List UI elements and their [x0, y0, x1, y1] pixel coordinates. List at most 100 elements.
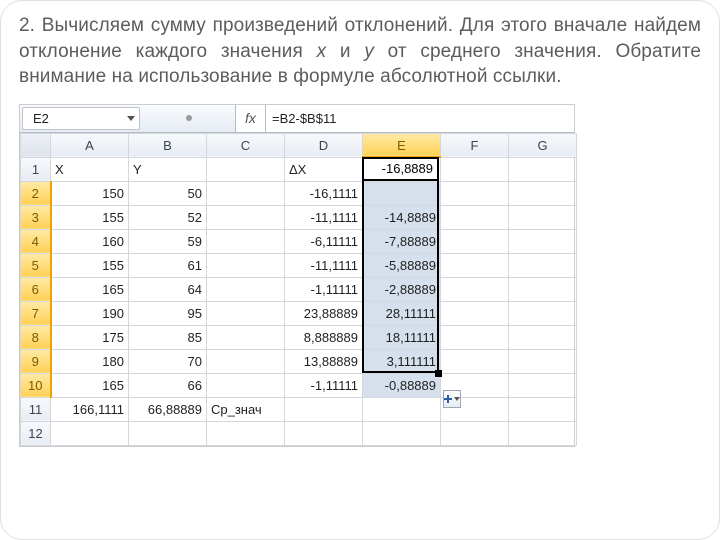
cell-C12[interactable] — [207, 421, 285, 445]
name-box-dropdown-icon[interactable] — [127, 116, 135, 121]
col-hdr-F[interactable]: F — [441, 133, 509, 157]
row-hdr-3[interactable]: 3 — [21, 205, 51, 229]
row-hdr-8[interactable]: 8 — [21, 325, 51, 349]
cell-E6[interactable]: -2,88889 — [363, 277, 441, 301]
formula-input[interactable]: =B2-$B$11 — [266, 105, 574, 132]
cell-C10[interactable] — [207, 373, 285, 397]
cell-F1[interactable] — [441, 157, 509, 181]
cell-B7[interactable]: 95 — [129, 301, 207, 325]
cell-G7[interactable] — [509, 301, 577, 325]
cell-A11[interactable]: 166,1111 — [51, 397, 129, 421]
row-hdr-4[interactable]: 4 — [21, 229, 51, 253]
cell-G8[interactable] — [509, 325, 577, 349]
cell-E8[interactable]: 18,11111 — [363, 325, 441, 349]
cell-C6[interactable] — [207, 277, 285, 301]
cell-D12[interactable] — [285, 421, 363, 445]
cell-G9[interactable] — [509, 349, 577, 373]
row-hdr-1[interactable]: 1 — [21, 157, 51, 181]
cell-C4[interactable] — [207, 229, 285, 253]
cell-B5[interactable]: 61 — [129, 253, 207, 277]
col-hdr-C[interactable]: C — [207, 133, 285, 157]
cell-F4[interactable] — [441, 229, 509, 253]
cell-G10[interactable] — [509, 373, 577, 397]
cell-F3[interactable] — [441, 205, 509, 229]
cell-D3[interactable]: -11,1111 — [285, 205, 363, 229]
select-all-corner[interactable] — [21, 133, 51, 157]
cell-D11[interactable] — [285, 397, 363, 421]
cell-D9[interactable]: 13,88889 — [285, 349, 363, 373]
cell-F7[interactable] — [441, 301, 509, 325]
cell-D10[interactable]: -1,11111 — [285, 373, 363, 397]
cell-F6[interactable] — [441, 277, 509, 301]
cell-B12[interactable] — [129, 421, 207, 445]
cell-E11[interactable] — [363, 397, 441, 421]
cell-B3[interactable]: 52 — [129, 205, 207, 229]
row-hdr-5[interactable]: 5 — [21, 253, 51, 277]
cell-E2[interactable] — [363, 181, 441, 205]
spreadsheet-grid[interactable]: A B C D E F G 1 X Y ΔX ΔY — [20, 133, 577, 446]
cell-C2[interactable] — [207, 181, 285, 205]
cell-C1[interactable] — [207, 157, 285, 181]
cell-B8[interactable]: 85 — [129, 325, 207, 349]
cell-A5[interactable]: 155 — [51, 253, 129, 277]
cell-G1[interactable] — [509, 157, 577, 181]
cell-F9[interactable] — [441, 349, 509, 373]
cell-A7[interactable]: 190 — [51, 301, 129, 325]
cell-B10[interactable]: 66 — [129, 373, 207, 397]
cell-A9[interactable]: 180 — [51, 349, 129, 373]
cell-F5[interactable] — [441, 253, 509, 277]
cell-A6[interactable]: 165 — [51, 277, 129, 301]
cell-B6[interactable]: 64 — [129, 277, 207, 301]
row-hdr-12[interactable]: 12 — [21, 421, 51, 445]
cell-A3[interactable]: 155 — [51, 205, 129, 229]
cell-E5[interactable]: -5,88889 — [363, 253, 441, 277]
cell-D8[interactable]: 8,888889 — [285, 325, 363, 349]
cell-F8[interactable] — [441, 325, 509, 349]
cell-F12[interactable] — [441, 421, 509, 445]
row-hdr-7[interactable]: 7 — [21, 301, 51, 325]
col-hdr-B[interactable]: B — [129, 133, 207, 157]
cell-E9[interactable]: 3,111111 — [363, 349, 441, 373]
cell-A4[interactable]: 160 — [51, 229, 129, 253]
name-box[interactable]: E2 — [22, 107, 140, 130]
cell-E1[interactable]: ΔY — [363, 157, 441, 181]
cell-E7[interactable]: 28,11111 — [363, 301, 441, 325]
autofill-options-button[interactable] — [443, 390, 461, 408]
cell-C11[interactable]: Ср_знач — [207, 397, 285, 421]
cell-B4[interactable]: 59 — [129, 229, 207, 253]
cell-E10[interactable]: -0,88889 — [363, 373, 441, 397]
col-hdr-D[interactable]: D — [285, 133, 363, 157]
cell-C3[interactable] — [207, 205, 285, 229]
cell-A10[interactable]: 165 — [51, 373, 129, 397]
row-hdr-6[interactable]: 6 — [21, 277, 51, 301]
cell-G5[interactable] — [509, 253, 577, 277]
row-hdr-11[interactable]: 11 — [21, 397, 51, 421]
cell-F2[interactable] — [441, 181, 509, 205]
cell-D6[interactable]: -1,11111 — [285, 277, 363, 301]
cell-A12[interactable] — [51, 421, 129, 445]
cell-D2[interactable]: -16,1111 — [285, 181, 363, 205]
cell-D4[interactable]: -6,11111 — [285, 229, 363, 253]
cell-A1[interactable]: X — [51, 157, 129, 181]
row-hdr-10[interactable]: 10 — [21, 373, 51, 397]
row-hdr-9[interactable]: 9 — [21, 349, 51, 373]
cell-B2[interactable]: 50 — [129, 181, 207, 205]
cell-A8[interactable]: 175 — [51, 325, 129, 349]
cell-E3[interactable]: -14,8889 — [363, 205, 441, 229]
col-hdr-E[interactable]: E — [363, 133, 441, 157]
cell-G6[interactable] — [509, 277, 577, 301]
cell-B9[interactable]: 70 — [129, 349, 207, 373]
cell-C5[interactable] — [207, 253, 285, 277]
cell-A2[interactable]: 150 — [51, 181, 129, 205]
cell-E12[interactable] — [363, 421, 441, 445]
cell-C8[interactable] — [207, 325, 285, 349]
fill-handle[interactable] — [435, 370, 442, 377]
cell-D5[interactable]: -11,1111 — [285, 253, 363, 277]
cell-D7[interactable]: 23,88889 — [285, 301, 363, 325]
col-hdr-A[interactable]: A — [51, 133, 129, 157]
cell-G12[interactable] — [509, 421, 577, 445]
cell-B1[interactable]: Y — [129, 157, 207, 181]
cell-D1[interactable]: ΔX — [285, 157, 363, 181]
fx-button[interactable]: fx — [236, 105, 266, 132]
cell-G3[interactable] — [509, 205, 577, 229]
